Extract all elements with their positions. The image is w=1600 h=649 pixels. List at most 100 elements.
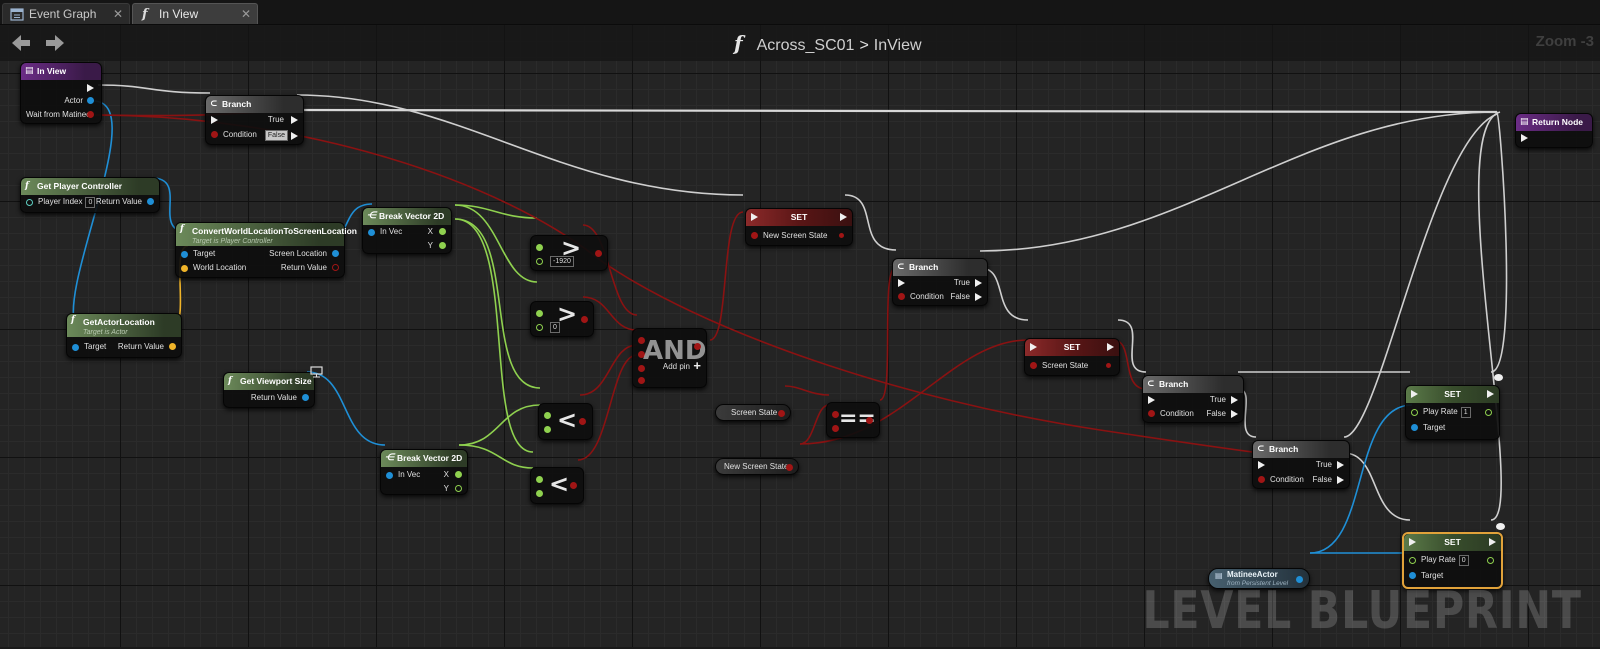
false-exec-pin[interactable] <box>1337 476 1344 484</box>
true-exec-pin[interactable] <box>291 116 298 124</box>
exec-output-pin[interactable] <box>840 213 847 221</box>
a-input-pin[interactable] <box>832 411 839 418</box>
a-input-pin[interactable] <box>536 310 543 317</box>
play-rate-output-pin[interactable] <box>1485 409 1492 416</box>
branch-node-4[interactable]: ⊂ Branch Condition True False <box>1252 440 1350 489</box>
exec-output-pin[interactable] <box>1489 538 1496 546</box>
condition-pin[interactable] <box>898 293 905 300</box>
a-input-pin[interactable] <box>536 476 543 483</box>
screen-state-getter-node[interactable]: Screen State <box>715 404 791 421</box>
exec-input-pin[interactable] <box>1521 134 1528 142</box>
exec-input-pin[interactable] <box>1409 538 1416 546</box>
condition-pin[interactable] <box>1258 476 1265 483</box>
in-vec-pin[interactable] <box>368 229 375 236</box>
result-pin[interactable] <box>595 250 602 257</box>
greater-than-node-2[interactable]: 0 > <box>530 300 594 337</box>
screen-location-pin[interactable] <box>332 250 339 257</box>
exec-output-pin[interactable] <box>1487 390 1494 398</box>
exec-input-pin[interactable] <box>1148 396 1155 404</box>
result-pin[interactable] <box>694 343 701 350</box>
add-pin-button[interactable]: + <box>693 358 701 373</box>
equals-node[interactable]: == <box>826 402 880 438</box>
result-pin[interactable] <box>570 482 577 489</box>
value-output-pin[interactable] <box>1106 363 1111 368</box>
target-pin[interactable] <box>1411 424 1418 431</box>
x-pin[interactable] <box>455 471 462 478</box>
false-exec-pin[interactable] <box>291 132 298 140</box>
return-value-pin[interactable] <box>302 394 309 401</box>
exec-output-pin[interactable] <box>1107 343 1114 351</box>
exec-output-pin[interactable] <box>87 84 94 92</box>
result-pin[interactable] <box>581 316 588 323</box>
value-input-pin[interactable] <box>1030 362 1037 369</box>
value-output-pin[interactable] <box>839 233 844 238</box>
b-input-pin[interactable] <box>536 258 543 265</box>
exec-input-pin[interactable] <box>1411 390 1418 398</box>
return-value-pin[interactable] <box>147 198 154 205</box>
value-output-pin[interactable] <box>778 410 785 417</box>
graph-canvas[interactable]: f Across_SC01 > InView Zoom -3 ▤ In View… <box>0 25 1600 647</box>
in-vec-pin[interactable] <box>386 472 393 479</box>
get-viewport-size-node[interactable]: f Get Viewport Size Return Value <box>223 372 315 408</box>
close-icon[interactable]: ✕ <box>241 4 251 25</box>
and-boolean-node[interactable]: AND Add pin + <box>632 328 707 388</box>
condition-pin[interactable] <box>1148 410 1155 417</box>
tab-event-graph[interactable]: Event Graph ✕ <box>2 3 130 24</box>
get-player-controller-node[interactable]: f Get Player Controller Player Index 0 Ret… <box>20 177 160 213</box>
value-output-pin[interactable] <box>786 464 793 471</box>
greater-than-node-1[interactable]: -1920 > <box>530 234 608 271</box>
b-input-pin[interactable] <box>536 490 543 497</box>
result-pin[interactable] <box>579 418 586 425</box>
b-input-pin[interactable] <box>536 324 543 331</box>
close-icon[interactable]: ✕ <box>113 4 123 25</box>
true-exec-pin[interactable] <box>975 279 982 287</box>
y-pin[interactable] <box>439 242 446 249</box>
false-exec-pin[interactable] <box>975 293 982 301</box>
play-rate-input[interactable]: 1 <box>1460 407 1471 418</box>
convert-world-location-node[interactable]: f ConvertWorldLocationToScreenLocation Tar… <box>175 222 357 278</box>
a-input-pin[interactable] <box>536 244 543 251</box>
set-new-screen-state-node[interactable]: SET New Screen State <box>745 208 853 246</box>
less-than-node-2[interactable]: < <box>530 467 584 504</box>
true-exec-pin[interactable] <box>1337 461 1344 469</box>
play-rate-input[interactable]: 0 <box>1458 555 1469 566</box>
player-index-input[interactable]: 0 <box>85 197 96 208</box>
function-entry-node[interactable]: ▤ In View Actor Wait from Matinee <box>20 62 102 124</box>
break-vector-2d-node-1[interactable]: ⋲ Break Vector 2D In Vec X Y <box>362 207 452 254</box>
value-input-pin[interactable] <box>751 232 758 239</box>
exec-input-pin[interactable] <box>751 213 758 221</box>
new-screen-state-getter-node[interactable]: New Screen State <box>715 458 799 475</box>
branch-node-3[interactable]: ⊂ Branch Condition True False <box>1142 375 1244 423</box>
exec-input-pin[interactable] <box>1030 343 1037 351</box>
actor-pin[interactable] <box>87 97 94 104</box>
b-input-pin[interactable] <box>832 425 839 432</box>
wait-from-matinee-pin[interactable] <box>87 111 94 118</box>
play-rate-input-pin[interactable] <box>1409 557 1416 564</box>
c-input-pin[interactable] <box>638 365 645 372</box>
exec-input-pin[interactable] <box>211 116 218 124</box>
exec-input-pin[interactable] <box>1258 461 1265 469</box>
return-node[interactable]: ▤ Return Node <box>1515 113 1593 148</box>
branch-node-2[interactable]: ⊂ Branch Condition True False <box>892 258 988 306</box>
b-input-pin[interactable] <box>544 426 551 433</box>
true-exec-pin[interactable] <box>1231 396 1238 404</box>
play-rate-output-pin[interactable] <box>1487 557 1494 564</box>
break-vector-2d-node-2[interactable]: ⋲ Break Vector 2D In Vec X Y <box>380 449 468 495</box>
tab-in-view[interactable]: f In View ✕ <box>132 3 258 24</box>
result-pin[interactable] <box>866 417 873 424</box>
d-input-pin[interactable] <box>638 377 645 384</box>
get-actor-location-node[interactable]: f GetActorLocation Target is Actor Target … <box>66 313 182 358</box>
target-pin[interactable] <box>181 251 188 258</box>
world-location-pin[interactable] <box>181 265 188 272</box>
return-value-pin[interactable] <box>332 264 339 271</box>
exec-input-pin[interactable] <box>898 279 905 287</box>
set-screen-state-node[interactable]: SET Screen State <box>1024 338 1120 376</box>
x-pin[interactable] <box>439 228 446 235</box>
return-value-pin[interactable] <box>169 343 176 350</box>
target-pin[interactable] <box>1409 572 1416 579</box>
less-than-node-1[interactable]: < <box>538 403 593 440</box>
a-input-pin[interactable] <box>544 412 551 419</box>
play-rate-input-pin[interactable] <box>1411 409 1418 416</box>
y-pin[interactable] <box>455 485 462 492</box>
player-index-pin[interactable] <box>26 199 33 206</box>
